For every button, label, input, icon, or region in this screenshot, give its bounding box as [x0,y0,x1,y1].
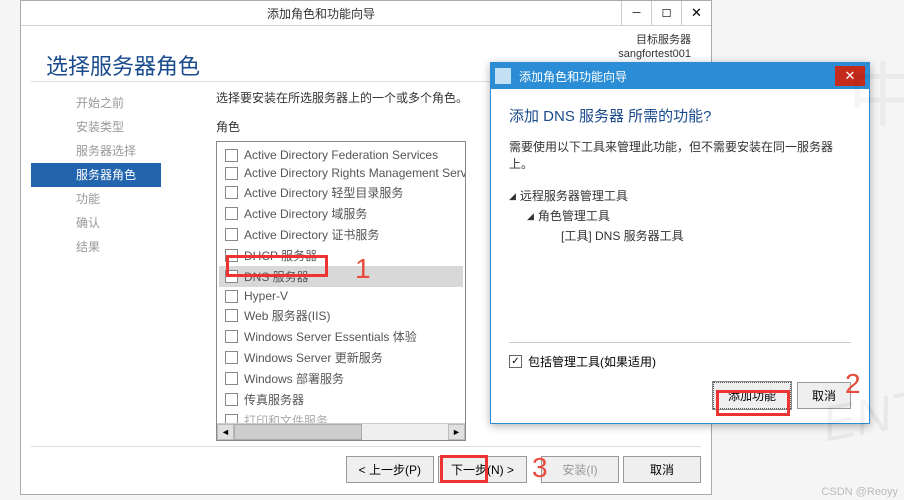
tree-label: [工具] DNS 服务器工具 [561,226,684,246]
tree-label: 远程服务器管理工具 [520,186,628,206]
dialog-separator [509,342,851,343]
include-tools-row[interactable]: ✓ 包括管理工具(如果适用) [509,353,851,370]
expand-icon[interactable]: ◢ [509,186,516,206]
role-adcs[interactable]: Active Directory 证书服务 [219,224,463,245]
role-iis[interactable]: Web 服务器(IIS) [219,305,463,326]
nav-confirm[interactable]: 确认 [31,211,161,235]
tree-label: 角色管理工具 [538,206,610,226]
destination-server-label: 目标服务器 sangfortest001 [618,33,691,61]
horizontal-scrollbar[interactable]: ◄ ► [217,423,465,440]
wizard-footer: < 上一步(P) 下一步(N) > 安装(I) 取消 [31,446,701,484]
nav-server-select[interactable]: 服务器选择 [31,139,161,163]
dialog-heading: 添加 DNS 服务器 所需的功能? [509,105,851,126]
dialog-close-button[interactable]: ✕ [835,66,865,86]
features-tree: ◢远程服务器管理工具 ◢角色管理工具 [工具] DNS 服务器工具 [509,186,851,246]
checkbox-icon[interactable] [225,290,238,303]
role-adrms[interactable]: Active Directory Rights Management Servi… [219,164,463,182]
role-dhcp[interactable]: DHCP 服务器 [219,245,463,266]
checkbox-icon[interactable] [225,393,238,406]
add-features-dialog: 添加角色和功能向导 ✕ 添加 DNS 服务器 所需的功能? 需要使用以下工具来管… [490,62,870,424]
scroll-track[interactable] [234,424,448,440]
dialog-icon [495,68,511,84]
window-controls: ─ ☐ ✕ [621,1,711,25]
nav-results[interactable]: 结果 [31,235,161,259]
dialog-bottom: ✓ 包括管理工具(如果适用) 添加功能 取消 [509,342,851,409]
prev-button[interactable]: < 上一步(P) [346,456,434,483]
tree-node-dns-tools[interactable]: [工具] DNS 服务器工具 [509,226,851,246]
dest-server-name: sangfortest001 [618,47,691,61]
scroll-left-icon[interactable]: ◄ [217,424,234,440]
watermark-text: CSDN @Reoyy [821,486,898,498]
checkbox-icon[interactable] [225,149,238,162]
expand-icon[interactable]: ◢ [527,206,534,226]
checkbox-icon[interactable] [225,309,238,322]
role-essentials[interactable]: Windows Server Essentials 体验 [219,326,463,347]
role-adfs[interactable]: Active Directory Federation Services [219,146,463,164]
dest-caption: 目标服务器 [618,33,691,47]
roles-list: Active Directory Federation Services Act… [217,142,465,435]
main-title: 添加角色和功能向导 [21,5,621,22]
role-wds[interactable]: Windows 部署服务 [219,368,463,389]
dialog-body: 添加 DNS 服务器 所需的功能? 需要使用以下工具来管理此功能，但不需要安装在… [491,89,869,423]
nav-server-roles[interactable]: 服务器角色 [31,163,161,187]
include-tools-label: 包括管理工具(如果适用) [528,353,656,370]
nav-before-begin[interactable]: 开始之前 [31,91,161,115]
nav-features[interactable]: 功能 [31,187,161,211]
dialog-description: 需要使用以下工具来管理此功能，但不需要安装在同一服务器上。 [509,138,851,172]
role-adds[interactable]: Active Directory 域服务 [219,203,463,224]
scroll-right-icon[interactable]: ► [448,424,465,440]
tree-node-role-tools[interactable]: ◢角色管理工具 [509,206,851,226]
roles-listbox: Active Directory Federation Services Act… [216,141,466,441]
tree-node-rsat[interactable]: ◢远程服务器管理工具 [509,186,851,206]
include-tools-checkbox[interactable]: ✓ [509,355,522,368]
add-features-button[interactable]: 添加功能 [713,382,791,409]
checkbox-icon[interactable] [225,167,238,180]
role-dns[interactable]: DNS 服务器 [219,266,463,287]
role-hyperv[interactable]: Hyper-V [219,287,463,305]
cancel-button[interactable]: 取消 [623,456,701,483]
checkbox-icon[interactable] [225,372,238,385]
role-wsus[interactable]: Windows Server 更新服务 [219,347,463,368]
checkbox-icon[interactable] [225,249,238,262]
next-button[interactable]: 下一步(N) > [438,456,527,483]
checkbox-icon[interactable] [225,228,238,241]
checkbox-icon[interactable] [225,351,238,364]
dialog-cancel-button[interactable]: 取消 [797,382,851,409]
minimize-button[interactable]: ─ [621,1,651,25]
role-adlds[interactable]: Active Directory 轻型目录服务 [219,182,463,203]
role-fax[interactable]: 传真服务器 [219,389,463,410]
install-button[interactable]: 安装(I) [541,456,619,483]
nav-install-type[interactable]: 安装类型 [31,115,161,139]
scroll-thumb[interactable] [234,424,362,440]
main-titlebar: 添加角色和功能向导 ─ ☐ ✕ [21,1,711,26]
dialog-title: 添加角色和功能向导 [519,68,835,85]
wizard-nav: 开始之前 安装类型 服务器选择 服务器角色 功能 确认 结果 [31,91,161,259]
checkbox-icon[interactable] [225,270,238,283]
checkbox-icon[interactable] [225,186,238,199]
checkbox-icon[interactable] [225,330,238,343]
dialog-titlebar: 添加角色和功能向导 ✕ [491,63,869,89]
maximize-button[interactable]: ☐ [651,1,681,25]
page-heading: 选择服务器角色 [46,49,200,81]
checkbox-icon[interactable] [225,207,238,220]
dialog-buttons: 添加功能 取消 [509,382,851,409]
close-button[interactable]: ✕ [681,1,711,25]
